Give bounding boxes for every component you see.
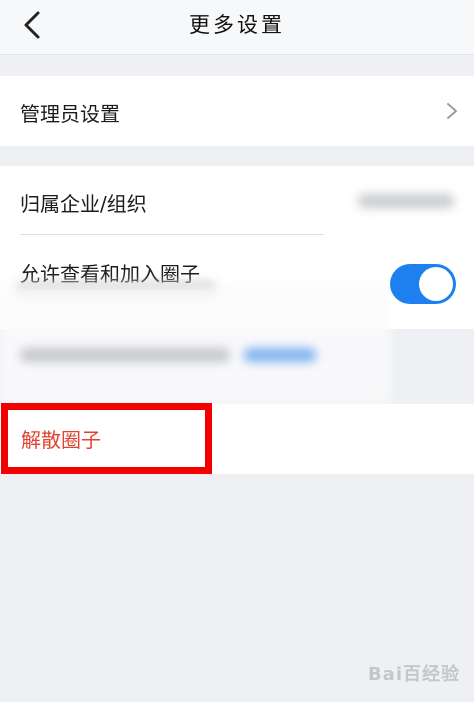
watermark: Bai百经验 [367, 664, 460, 685]
admin-settings-row[interactable]: 管理员设置 [0, 76, 474, 146]
hint-link-blurred [244, 348, 316, 362]
dissolve-label[interactable]: 解散圈子 [21, 424, 101, 453]
org-value-blurred [358, 194, 454, 208]
privacy-overlay-blurred [0, 286, 390, 404]
nav-bar: 更多设置 [0, 0, 474, 55]
allow-view-join-toggle[interactable] [390, 264, 456, 304]
divider [20, 234, 324, 235]
hint-text-blurred [20, 348, 230, 362]
org-label: 归属企业/组织 [20, 192, 147, 216]
toggle-knob [419, 267, 453, 301]
chevron-right-icon [447, 103, 457, 119]
page-title: 更多设置 [189, 13, 285, 37]
admin-settings-label: 管理员设置 [20, 102, 120, 126]
